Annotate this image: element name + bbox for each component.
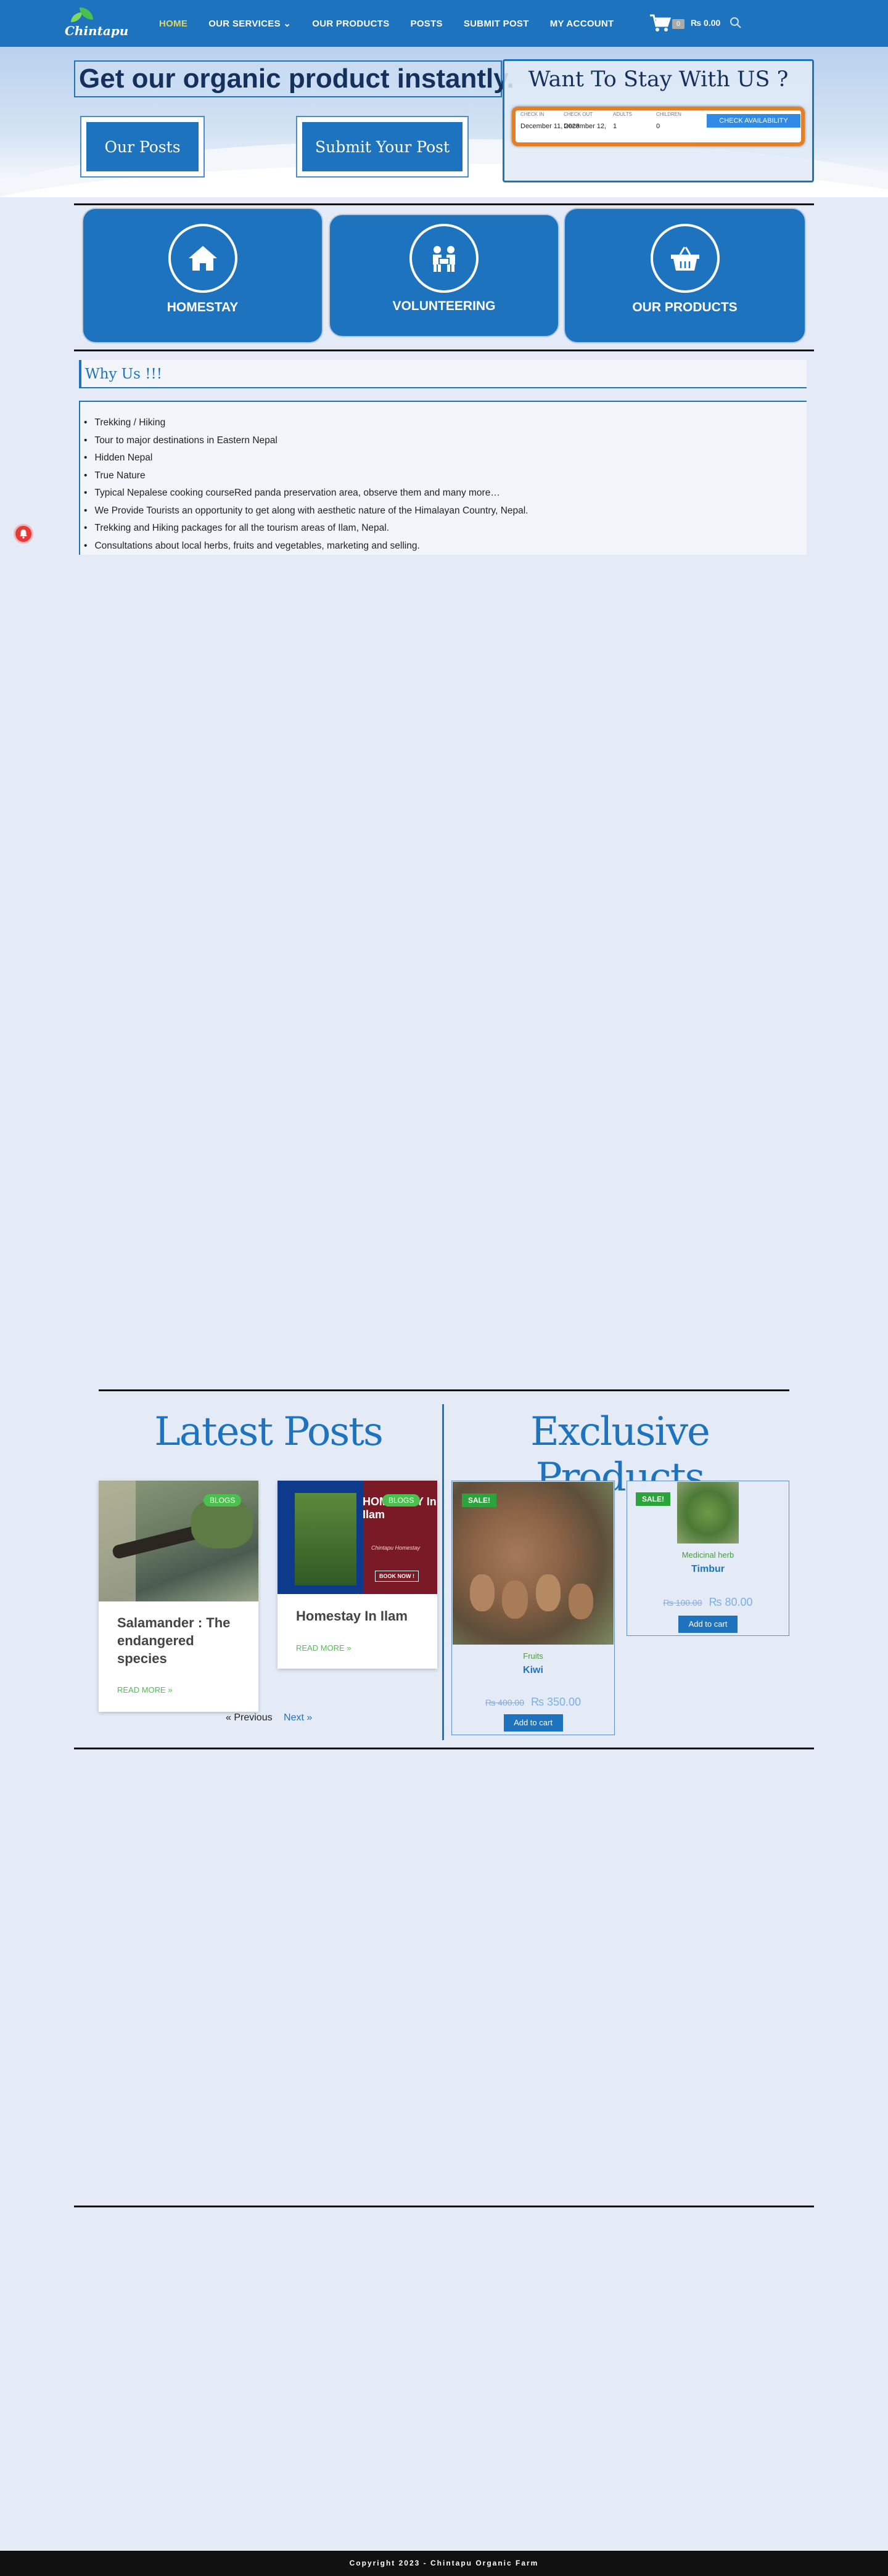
pagination-next[interactable]: Next » [284,1712,312,1723]
logo-text: Chintapu [65,23,129,38]
category-badge[interactable]: BLOGS [382,1494,421,1507]
list-item: True Nature [84,467,807,485]
volunteers-icon [409,224,479,293]
add-to-cart-button[interactable]: Add to cart [678,1616,738,1633]
nav-submit-post[interactable]: SUBMIT POST [464,18,529,29]
divider [74,1748,814,1749]
product-name[interactable]: Kiwi [452,1665,614,1676]
post-title[interactable]: Homestay In Ilam [296,1607,432,1625]
site-footer: Copyright 2023 - Chintapu Organic Farm [0,2551,888,2576]
check-in-label: CHECK IN [520,112,545,117]
product-name[interactable]: Timbur [627,1564,789,1575]
nav-my-account[interactable]: MY ACCOUNT [550,18,614,29]
site-logo[interactable]: Chintapu [65,7,128,41]
cart-count-badge: 0 [672,19,684,29]
sale-price: ₨ 80.00 [709,1596,753,1608]
category-badge[interactable]: BLOGS [204,1494,242,1507]
image-detail [502,1580,528,1619]
hero-title: Get our organic product instantly. [74,60,514,97]
list-item: We Provide Tourists an opportunity to ge… [84,502,807,520]
home-icon [168,224,237,293]
post-card[interactable]: HOMESTAY In Ilam Chintapu Homestay BOOK … [278,1481,437,1669]
service-card-volunteering[interactable]: VOLUNTEERING [329,214,559,337]
image-subtext: Chintapu Homestay [371,1545,421,1551]
cart-total[interactable]: ₨ 0.00 [691,18,720,28]
latest-posts-heading: Latest Posts [154,1409,384,1455]
post-card[interactable]: BLOGS Salamander : The endangered specie… [99,1481,258,1712]
adults-select[interactable]: 1 [613,123,617,130]
service-label: OUR PRODUCTS [632,300,738,314]
booking-form: CHECK IN December 11, 2023 CHECK OUT Dec… [512,107,805,146]
our-posts-button[interactable]: Our Posts [81,117,204,176]
image-detail [470,1574,495,1611]
old-price: ₨ 400.00 [485,1698,524,1707]
check-availability-button[interactable]: CHECK AVAILABILITY [707,114,800,128]
image-detail [536,1574,561,1611]
booking-widget: Want To Stay With US ? CHECK IN December… [503,59,814,182]
nav-posts[interactable]: POSTS [411,18,443,29]
why-us-list: Trekking / Hiking Tour to major destinat… [79,401,807,555]
image-book-now: BOOK NOW ! [375,1571,419,1582]
product-category[interactable]: Fruits [452,1651,614,1661]
sale-badge: SALE! [636,1492,670,1506]
notification-bell-icon[interactable] [14,524,33,544]
image-detail [295,1493,356,1585]
service-label: VOLUNTEERING [392,299,496,313]
service-card-homestay[interactable]: HOMESTAY [82,208,323,343]
product-category[interactable]: Medicinal herb [627,1550,789,1560]
pagination-previous[interactable]: « Previous [226,1712,273,1723]
vertical-divider [442,1404,444,1740]
nav-home[interactable]: HOME [159,18,187,29]
divider [74,203,814,205]
product-price: ₨ 100.00 ₨ 80.00 [627,1596,789,1609]
divider [74,2206,814,2207]
product-image[interactable] [677,1482,739,1544]
add-to-cart-button[interactable]: Add to cart [503,1714,563,1732]
list-item: Trekking and Hiking packages for all the… [84,520,807,538]
main-nav: HOME OUR SERVICES ⌄ OUR PRODUCTS POSTS S… [159,0,635,47]
image-detail [191,1499,253,1548]
product-card[interactable]: SALE! Medicinal herb Timbur ₨ 100.00 ₨ 8… [627,1481,789,1636]
list-item: Hidden Nepal [84,449,807,467]
site-header: Chintapu HOME OUR SERVICES ⌄ OUR PRODUCT… [0,0,888,47]
read-more-link[interactable]: READ MORE » [296,1643,352,1653]
logo-leaf [71,12,82,22]
image-detail [569,1584,593,1619]
submit-post-button[interactable]: Submit Your Post [297,117,467,176]
product-price: ₨ 400.00 ₨ 350.00 [452,1696,614,1709]
pagination: « Previous Next » [226,1712,312,1723]
post-title[interactable]: Salamander : The endangered species [117,1614,240,1667]
why-us-heading: Why Us !!! [79,360,807,388]
children-label: CHILDREN [656,112,681,117]
adults-label: ADULTS [613,112,632,117]
booking-title: Want To Stay With US ? [528,67,789,92]
nav-our-products[interactable]: OUR PRODUCTS [312,18,389,29]
sale-price: ₨ 350.00 [531,1696,582,1708]
children-select[interactable]: 0 [656,123,660,130]
nav-our-services[interactable]: OUR SERVICES ⌄ [208,18,291,29]
sale-badge: SALE! [462,1494,496,1507]
cart-icon[interactable] [649,14,672,33]
search-icon[interactable] [729,16,742,30]
old-price: ₨ 100.00 [663,1598,702,1608]
basket-icon [650,224,720,293]
image-detail [99,1481,136,1601]
divider [99,1389,789,1391]
logo-leaf [80,7,93,20]
divider [74,350,814,351]
check-out-label: CHECK OUT [564,112,593,117]
read-more-link[interactable]: READ MORE » [117,1685,173,1695]
product-card[interactable]: SALE! Fruits Kiwi ₨ 400.00 ₨ 350.00 Add … [451,1481,615,1735]
check-out-field[interactable]: December 12, 2023 [564,123,608,130]
list-item: Trekking / Hiking [84,414,807,432]
service-card-products[interactable]: OUR PRODUCTS [564,208,806,343]
list-item: Consultations about local herbs, fruits … [84,538,807,555]
list-item: Tour to major destinations in Eastern Ne… [84,432,807,450]
service-label: HOMESTAY [166,300,239,314]
list-item: Typical Nepalese cooking courseRed panda… [84,485,807,502]
